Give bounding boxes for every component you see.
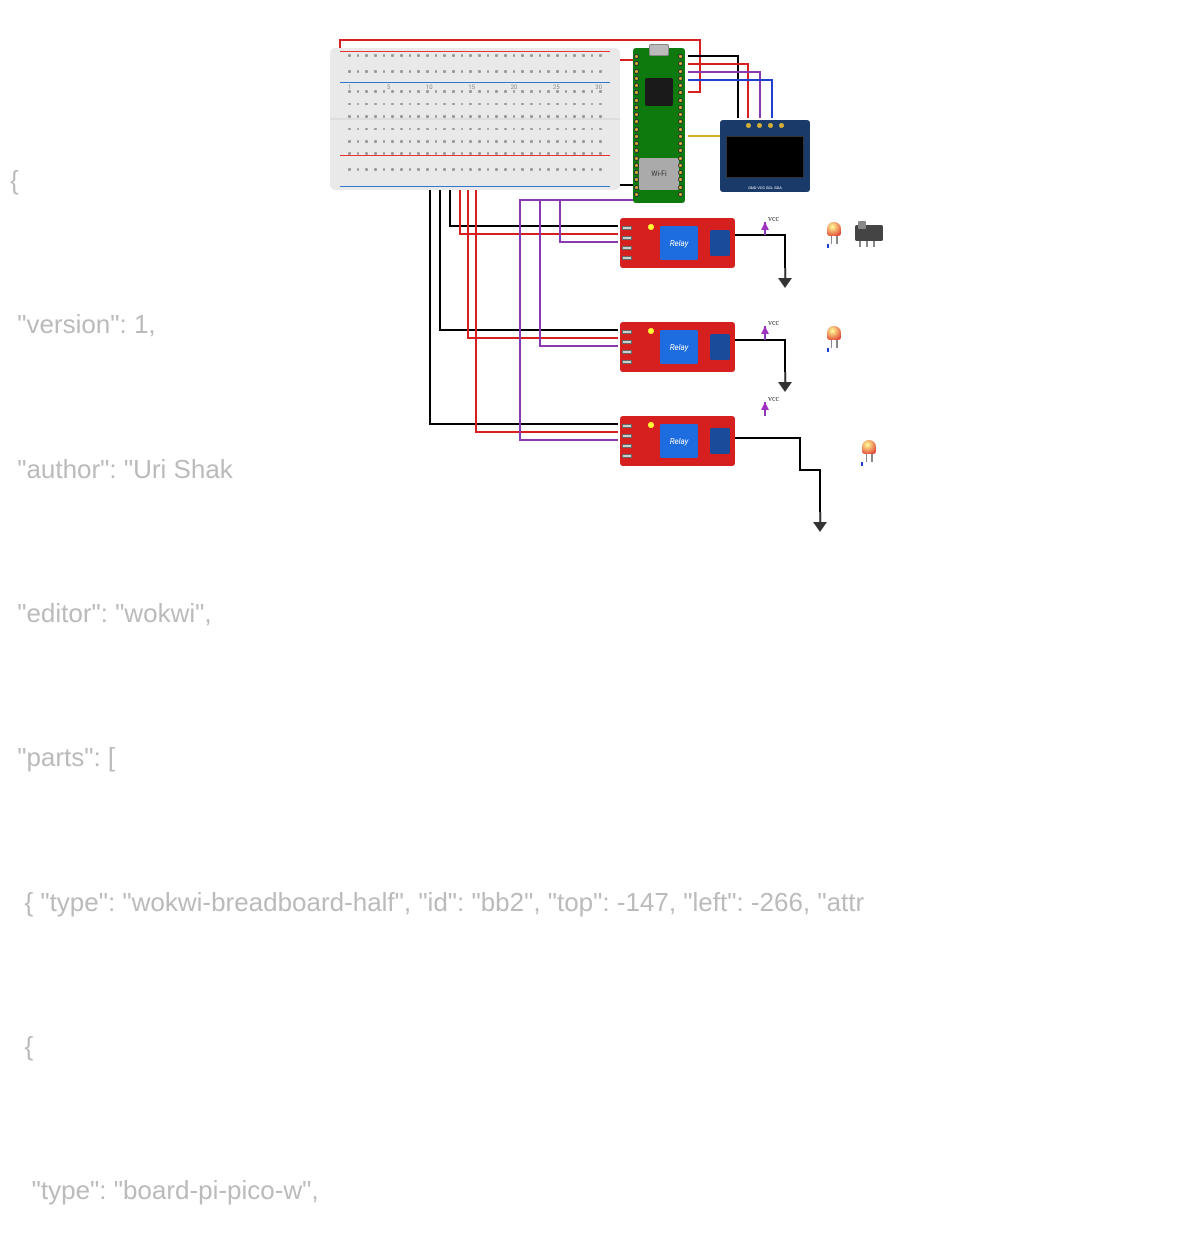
switch-knob-icon xyxy=(858,221,866,229)
led-bulb-icon xyxy=(827,222,841,236)
vcc-label-1: vcc xyxy=(768,214,779,223)
breadboard-half[interactable]: 1 5 10 15 20 25 30 xyxy=(330,48,620,190)
relay-input-pins xyxy=(622,330,632,364)
circuit-diagram: 1 5 10 15 20 25 30 Wi-Fi xyxy=(0,0,1200,630)
relay-module-3[interactable]: Relay xyxy=(620,416,735,466)
led-red-1[interactable] xyxy=(825,222,843,244)
relay-input-pins xyxy=(622,424,632,458)
led-bulb-icon xyxy=(862,440,876,454)
relay-terminal-block xyxy=(710,428,730,454)
led-bulb-icon xyxy=(827,326,841,340)
relay-status-led-icon xyxy=(648,328,654,334)
usb-connector-icon xyxy=(649,44,669,56)
relay-module-2[interactable]: Relay xyxy=(620,322,735,372)
vcc-label-2: vcc xyxy=(768,318,779,327)
oled-screen xyxy=(726,136,804,178)
wifi-label: Wi-Fi xyxy=(651,170,666,178)
relay-coil-icon: Relay xyxy=(660,226,698,260)
oled-pin-labels: GND VCC SCL SDA xyxy=(720,185,810,190)
json-line: { "type": "wokwi-breadboard-half", "id":… xyxy=(10,878,864,926)
vcc-arrow-icon xyxy=(761,222,769,230)
vcc-arrow-icon xyxy=(761,402,769,410)
oled-ssd1306[interactable]: GND VCC SCL SDA xyxy=(720,120,810,192)
ground-symbol-icon xyxy=(778,382,792,396)
ground-symbol-icon xyxy=(778,278,792,292)
relay-status-led-icon xyxy=(648,224,654,230)
led-red-3[interactable] xyxy=(860,440,878,462)
relay-coil-icon: Relay xyxy=(660,330,698,364)
relay-terminal-block xyxy=(710,334,730,360)
json-line: "parts": [ xyxy=(10,733,864,781)
pi-pico-w-board[interactable]: Wi-Fi xyxy=(633,48,685,203)
oled-header-pins xyxy=(746,123,784,128)
relay-coil-icon: Relay xyxy=(660,424,698,458)
relay-terminal-block xyxy=(710,230,730,256)
relay-input-pins xyxy=(622,226,632,260)
rp2040-chip-icon xyxy=(645,78,673,106)
relay-status-led-icon xyxy=(648,422,654,428)
slide-switch[interactable] xyxy=(855,225,883,241)
json-line: "type": "board-pi-pico-w", xyxy=(10,1166,864,1214)
ground-symbol-icon xyxy=(813,522,827,536)
vcc-arrow-icon xyxy=(761,326,769,334)
relay-module-1[interactable]: Relay xyxy=(620,218,735,268)
pico-pins-left xyxy=(634,54,640,197)
led-red-2[interactable] xyxy=(825,326,843,348)
json-line: { xyxy=(10,1022,864,1070)
wifi-module-icon: Wi-Fi xyxy=(639,158,679,190)
pico-pins-right xyxy=(678,54,684,197)
